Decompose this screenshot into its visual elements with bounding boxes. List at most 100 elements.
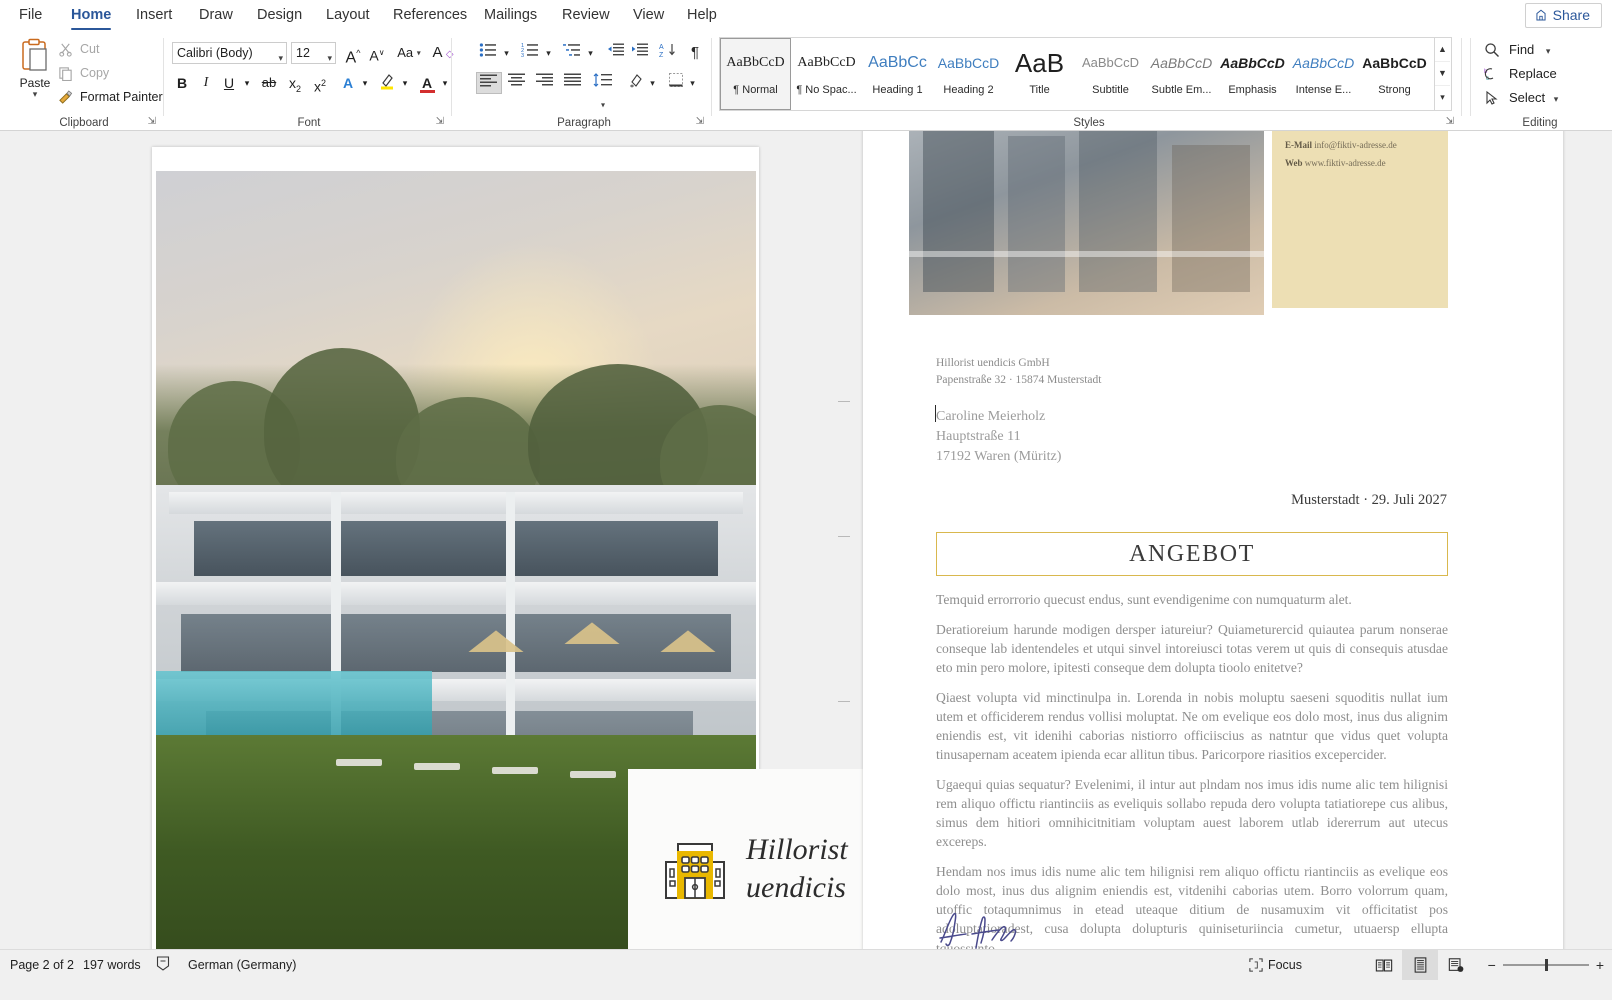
cut-button[interactable]: Cut [56,38,99,61]
shading-button[interactable] [624,72,648,94]
read-mode-button[interactable] [1366,950,1402,980]
font-name-combo[interactable]: Calibri (Body) ▾ [172,42,287,64]
shrink-font-button[interactable]: A∨ [366,42,388,64]
borders-caret[interactable]: ▾ [686,72,699,94]
share-button[interactable]: Share [1524,3,1602,28]
paragraph-dialog-launcher[interactable]: ⇲ [696,116,704,127]
zoom-control[interactable]: − + [1488,950,1604,980]
text-highlight-button[interactable] [376,72,398,94]
style-heading-2[interactable]: AaBbCcD Heading 2 [933,38,1004,110]
tab-insert[interactable]: Insert [125,0,183,32]
align-right-button[interactable] [532,72,558,94]
style-intense-emphasis[interactable]: AaBbCcD Intense E... [1288,38,1359,110]
multilevel-caret[interactable]: ▾ [584,42,597,64]
proofing-errors-icon [156,956,170,971]
font-color-caret[interactable]: ▾ [438,72,452,94]
italic-button[interactable]: I [196,72,216,94]
focus-mode-button[interactable]: Focus [1249,950,1302,980]
proofing-status-button[interactable] [156,950,176,980]
line-spacing-button[interactable]: ▾ [590,72,616,110]
copy-icon [59,67,72,81]
decrease-indent-button[interactable] [604,42,628,64]
show-formatting-marks-button[interactable]: ¶ [684,42,706,64]
superscript-button[interactable]: x2 [309,72,331,95]
bold-button[interactable]: B [172,72,192,94]
font-color-button[interactable]: A [416,72,438,94]
style-subtle-emphasis[interactable]: AaBbCcD Subtle Em... [1146,38,1217,110]
styles-dialog-launcher[interactable]: ⇲ [1446,116,1454,127]
borders-button[interactable] [664,72,688,94]
numbering-button[interactable]: 1 2 3 [518,42,542,64]
align-left-button[interactable] [476,72,502,94]
bullets-button[interactable] [476,42,500,64]
styles-scroll-down-button[interactable]: ▼ [1435,62,1450,86]
underline-button[interactable]: U [219,72,239,94]
bullets-caret[interactable]: ▾ [500,42,513,64]
align-right-icon [536,73,553,86]
tab-mailings[interactable]: Mailings [473,0,548,32]
font-size-caret[interactable]: ▾ [327,48,332,68]
word-count[interactable]: 197 words [83,950,141,980]
subscript-button[interactable]: x2 [284,72,306,94]
find-caret[interactable]: ▾ [1546,46,1551,56]
style-no-spacing[interactable]: AaBbCcD ¶ No Spac... [791,38,862,110]
language-indicator[interactable]: German (Germany) [188,950,296,980]
numbering-caret[interactable]: ▾ [542,42,555,64]
select-button[interactable]: Select ▾ [1484,86,1558,109]
increase-indent-button[interactable] [628,42,652,64]
strikethrough-button[interactable]: ab [258,72,280,94]
shading-caret[interactable]: ▾ [646,72,659,94]
select-caret[interactable]: ▾ [1554,94,1559,104]
tab-help[interactable]: Help [676,0,728,32]
font-dialog-launcher[interactable]: ⇲ [436,116,444,127]
format-painter-button[interactable]: Format Painter [56,86,163,109]
zoom-out-button[interactable]: − [1488,957,1496,973]
sort-button[interactable]: A Z [656,42,680,64]
grow-font-button[interactable]: A^ [342,42,364,66]
print-layout-button[interactable] [1402,950,1438,980]
style-subtitle[interactable]: AaBbCcD Subtitle [1075,38,1146,110]
tab-references[interactable]: References [382,0,478,32]
style-title[interactable]: AaB Title [1004,38,1075,110]
styles-scroll-up-button[interactable]: ▲ [1435,38,1450,62]
zoom-slider-track[interactable] [1502,959,1589,971]
page-indicator[interactable]: Page 2 of 2 [10,950,74,980]
web-layout-button[interactable] [1438,950,1474,980]
text-effects-caret[interactable]: ▾ [358,72,372,94]
styles-scrollbar[interactable]: ▲ ▼ ▾ [1435,37,1452,111]
style-emphasis[interactable]: AaBbCcD Emphasis [1217,38,1288,110]
document-page-left[interactable]: Hillorist uendicis Hauptstraße 11 12345 … [152,147,912,949]
paste-dropdown-caret[interactable]: ▾ [12,90,58,99]
styles-gallery[interactable]: AaBbCcD ¶ Normal AaBbCcD ¶ No Spac... Aa… [719,37,1435,111]
tab-layout[interactable]: Layout [315,0,381,32]
replace-button[interactable]: b c Replace [1484,62,1557,85]
letter-body[interactable]: Temquid errorrorio quecust endus, sunt e… [936,590,1448,949]
tab-home[interactable]: Home [60,0,122,32]
paste-button[interactable]: Paste ▾ [12,36,58,110]
justify-button[interactable] [560,72,586,94]
clipboard-dialog-launcher[interactable]: ⇲ [148,116,156,127]
text-effects-button[interactable]: A [338,72,358,94]
underline-dropdown-caret[interactable]: ▾ [240,72,254,94]
tab-design[interactable]: Design [246,0,313,32]
tab-view[interactable]: View [622,0,675,32]
multilevel-list-button[interactable] [560,42,584,64]
tab-file[interactable]: File [8,0,53,32]
document-page-right[interactable]: Papenstraße 32, 15874 Musterstadt Tel. +… [863,131,1563,949]
find-button[interactable]: Find ▾ [1484,38,1550,61]
font-name-caret[interactable]: ▾ [278,48,283,68]
change-case-button[interactable]: Aa ▾ [392,42,426,64]
font-size-combo[interactable]: 12 ▾ [291,42,336,64]
zoom-slider-knob[interactable] [1544,959,1548,971]
copy-button[interactable]: Copy [56,62,109,85]
align-center-button[interactable] [504,72,530,94]
document-canvas[interactable]: Hillorist uendicis Hauptstraße 11 12345 … [0,131,1612,949]
style-strong[interactable]: AaBbCcD Strong [1359,38,1430,110]
tab-review[interactable]: Review [551,0,621,32]
styles-more-button[interactable]: ▾ [1435,86,1450,110]
zoom-in-button[interactable]: + [1596,957,1604,973]
highlight-caret[interactable]: ▾ [398,72,412,94]
style-normal[interactable]: AaBbCcD ¶ Normal [720,38,791,110]
style-heading-1[interactable]: AaBbCc Heading 1 [862,38,933,110]
tab-draw[interactable]: Draw [188,0,244,32]
